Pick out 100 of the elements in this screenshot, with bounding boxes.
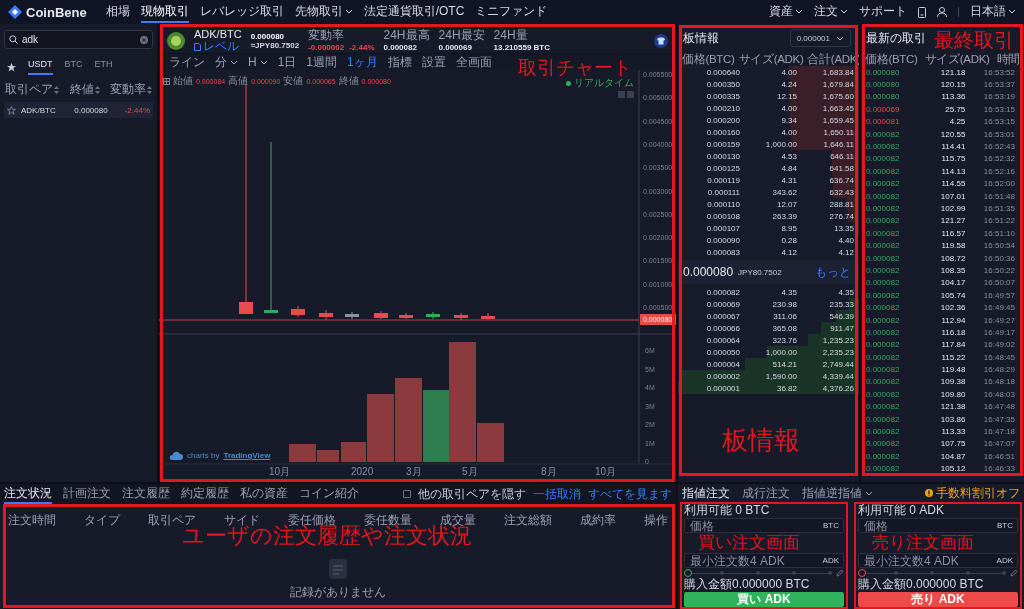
total-text: 1,663.45 xyxy=(821,103,854,113)
price-text: 0.000083 xyxy=(705,247,740,257)
order-type-tab[interactable]: 成行注文 xyxy=(742,484,790,502)
slider-thumb[interactable] xyxy=(858,569,866,577)
size-text: 12.15 xyxy=(775,91,797,101)
view-all-link[interactable]: すべてを見ます xyxy=(588,485,672,503)
toolbar-button[interactable]: 全画面 xyxy=(455,53,492,71)
size-text: 102.99 xyxy=(939,204,966,213)
orders-tab[interactable]: 私の資産 xyxy=(240,484,288,504)
change-text: -2.44% xyxy=(124,105,150,115)
price-text: 0.000082 xyxy=(866,290,901,300)
size-text: 107.75 xyxy=(939,439,966,449)
nav-link[interactable]: 資産 xyxy=(769,1,803,23)
star-icon[interactable] xyxy=(7,105,16,115)
caret-icon xyxy=(836,35,844,41)
orders-tab[interactable]: 計画注文 xyxy=(63,484,111,504)
pair-name: ADK/BTC xyxy=(21,105,57,115)
price-text: 0.000082 xyxy=(866,154,901,164)
toolbar-button[interactable]: 1週間 xyxy=(306,53,338,71)
toolbar-button[interactable]: 設置 xyxy=(421,53,446,71)
sell-button[interactable]: 売り ADK xyxy=(858,592,1018,607)
pencil-icon[interactable] xyxy=(1010,569,1018,577)
price-text: 0.000067 xyxy=(705,311,740,321)
market-row[interactable]: ADK/BTC 0.000080 -2.44% xyxy=(4,102,153,118)
time-text: 16:46:33 xyxy=(982,464,1015,474)
orders-tab[interactable]: 注文状況 xyxy=(4,484,52,504)
orders-tab[interactable]: 約定履歴 xyxy=(181,484,229,504)
market-tab[interactable]: ETH xyxy=(94,59,113,75)
column-header[interactable]: 終値 xyxy=(69,81,100,98)
level-link[interactable]: レベル xyxy=(194,39,242,54)
size-text: 112.94 xyxy=(940,315,966,325)
search-field[interactable]: adk xyxy=(4,30,153,49)
order-type-tab[interactable]: 指値逆指値 xyxy=(802,484,873,502)
order-type-tab[interactable]: 指値注文 xyxy=(682,484,730,502)
toolbar-button[interactable]: 1ヶ月 xyxy=(347,53,378,71)
time-text: 16:48:45 xyxy=(982,352,1015,362)
cancel-all-link[interactable]: 一括取消 xyxy=(533,485,581,503)
precision-dropdown[interactable]: 0.000001 xyxy=(789,29,851,47)
toolbar-button[interactable]: ライン xyxy=(169,53,205,71)
orders-tab[interactable]: 注文履歴 xyxy=(122,484,170,504)
nav-link[interactable]: 法定通貨取引/OTC xyxy=(363,1,465,23)
price-text: 0.000050 xyxy=(705,347,740,357)
pencil-icon[interactable] xyxy=(836,569,844,577)
orders-tab[interactable]: コイン紹介 xyxy=(299,484,359,504)
column-header: サイズ(ADK) xyxy=(924,51,990,67)
nav-link[interactable]: 先物取引 xyxy=(294,1,353,23)
size-text: 365.08 xyxy=(771,323,797,333)
toolbar-button[interactable]: H xyxy=(248,55,268,69)
total-text: 641.58 xyxy=(828,163,854,173)
language-menu[interactable]: 日本語 xyxy=(970,1,1016,23)
column-header: 時間 xyxy=(996,51,1020,67)
slider[interactable] xyxy=(684,569,832,577)
price-text: 0.000200 xyxy=(705,115,740,125)
price-text: 0.000082 xyxy=(866,204,901,213)
price-text: 0.000069 xyxy=(705,299,740,309)
nav-link[interactable]: レバレッジ取引 xyxy=(199,1,284,23)
nav-link[interactable]: ミニファンド xyxy=(475,1,548,23)
clear-icon[interactable] xyxy=(140,35,148,44)
toolbar-button[interactable]: 1日 xyxy=(277,53,297,71)
cloud-icon xyxy=(169,451,183,460)
slider-thumb[interactable] xyxy=(684,569,692,577)
checkbox[interactable] xyxy=(403,490,411,498)
axis-label: 2020 xyxy=(351,466,374,477)
stat-label: 24H量 xyxy=(493,29,529,43)
panel-title: 最新の取引 xyxy=(866,29,926,47)
size-text: 116.57 xyxy=(940,228,966,238)
panel-title: 板情報 xyxy=(683,29,719,47)
size-text: 108.72 xyxy=(939,253,966,263)
nav-link[interactable]: 注文 xyxy=(814,1,848,23)
phone-icon[interactable] xyxy=(918,6,926,18)
total-text: 2,235.23 xyxy=(821,347,854,357)
time-text: 16:53:15 xyxy=(982,104,1015,114)
price-text: 0.000082 xyxy=(866,414,901,424)
market-tab[interactable]: BTC xyxy=(64,59,83,75)
time-text: 16:52:00 xyxy=(982,179,1015,189)
column-header[interactable]: 取引ペア xyxy=(5,81,59,98)
size-text: 4.00 xyxy=(780,103,797,113)
nav-link[interactable]: サポート xyxy=(859,1,907,23)
toolbar-button[interactable]: 指標 xyxy=(387,53,412,71)
document-icon xyxy=(194,42,201,51)
nav-link[interactable]: 相場 xyxy=(105,1,130,23)
more-link[interactable]: もっと xyxy=(815,263,851,281)
tradingview-link[interactable]: TradingView xyxy=(223,451,271,460)
slider[interactable] xyxy=(858,569,1006,577)
user-icon[interactable] xyxy=(937,7,947,17)
price-text: 0.000082 xyxy=(866,241,901,251)
sort-icon xyxy=(54,85,59,94)
shirt-icon[interactable] xyxy=(654,33,668,48)
stat-label: 24H最安 xyxy=(438,29,485,43)
toolbar-button[interactable]: 分 xyxy=(215,53,238,71)
market-tab[interactable]: USDT xyxy=(28,59,53,75)
column-header[interactable]: 変動率 xyxy=(110,81,152,98)
grid-icon[interactable] xyxy=(163,77,170,85)
total-text: 1,235.23 xyxy=(821,335,854,345)
total-text: 546.39 xyxy=(828,311,854,321)
size-text: 121.27 xyxy=(939,216,966,226)
star-icon[interactable] xyxy=(7,62,16,72)
size-text: 4.84 xyxy=(780,163,797,173)
candle xyxy=(426,311,440,320)
candle xyxy=(454,312,468,321)
